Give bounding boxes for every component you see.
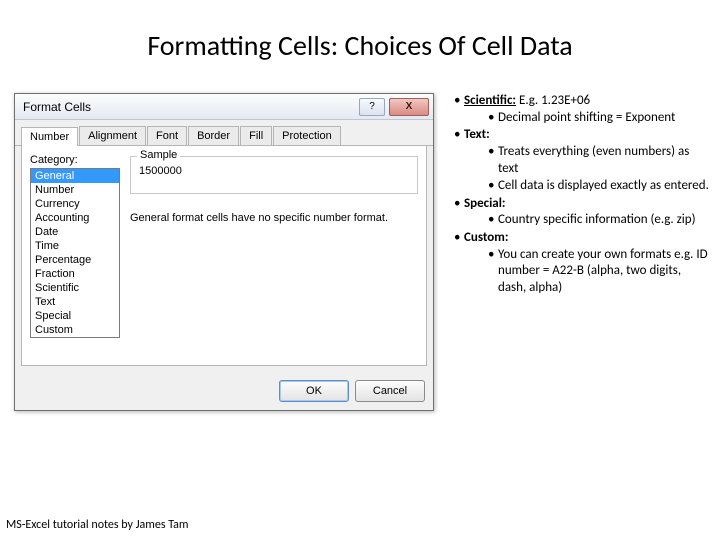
tab-alignment[interactable]: Alignment bbox=[79, 126, 146, 145]
tab-font[interactable]: Font bbox=[147, 126, 187, 145]
list-item[interactable]: Fraction bbox=[31, 267, 119, 281]
content-row: Format Cells ? X Number Alignment Font B… bbox=[0, 93, 720, 411]
format-description: General format cells have no specific nu… bbox=[130, 212, 418, 224]
format-cells-dialog: Format Cells ? X Number Alignment Font B… bbox=[14, 93, 434, 411]
dialog-column: Format Cells ? X Number Alignment Font B… bbox=[14, 93, 444, 411]
list-item[interactable]: Text bbox=[31, 295, 119, 309]
category-label: Category: bbox=[30, 154, 120, 166]
note-custom-sub: You can create your own formats e.g. ID … bbox=[488, 247, 712, 297]
sample-column: Sample 1500000 General format cells have… bbox=[130, 154, 418, 357]
category-listbox[interactable]: General Number Currency Accounting Date … bbox=[30, 168, 120, 338]
sample-value: 1500000 bbox=[139, 163, 409, 177]
tab-fill[interactable]: Fill bbox=[240, 126, 272, 145]
dialog-titlebar: Format Cells ? X bbox=[15, 94, 433, 120]
list-item[interactable]: Percentage bbox=[31, 253, 119, 267]
slide-title: Formatting Cells: Choices Of Cell Data bbox=[0, 0, 720, 63]
list-item[interactable]: Accounting bbox=[31, 211, 119, 225]
footnote: MS-Excel tutorial notes by James Tam bbox=[6, 518, 188, 532]
note-scientific-sub: Decimal point shifting = Exponent bbox=[488, 110, 712, 127]
note-special: Special: Country specific information (e… bbox=[454, 196, 712, 229]
note-custom: Custom: You can create your own formats … bbox=[454, 230, 712, 297]
dialog-body: Category: General Number Currency Accoun… bbox=[21, 146, 427, 366]
tab-border[interactable]: Border bbox=[188, 126, 239, 145]
dialog-title: Format Cells bbox=[23, 100, 355, 114]
list-item[interactable]: Currency bbox=[31, 197, 119, 211]
note-special-sub: Country specific information (e.g. zip) bbox=[488, 212, 712, 229]
notes-list: Scientific: E.g. 1.23E+06 Decimal point … bbox=[454, 93, 712, 297]
list-item[interactable]: Date bbox=[31, 225, 119, 239]
sample-legend: Sample bbox=[137, 149, 180, 161]
close-button[interactable]: X bbox=[389, 98, 429, 116]
dialog-tabs: Number Alignment Font Border Fill Protec… bbox=[15, 120, 433, 146]
list-item[interactable]: Custom bbox=[31, 323, 119, 337]
ok-button[interactable]: OK bbox=[279, 380, 349, 402]
list-item[interactable]: Special bbox=[31, 309, 119, 323]
dialog-footer: OK Cancel bbox=[15, 372, 433, 410]
tab-number[interactable]: Number bbox=[21, 127, 78, 146]
category-column: Category: General Number Currency Accoun… bbox=[30, 154, 120, 357]
note-scientific: Scientific: E.g. 1.23E+06 Decimal point … bbox=[454, 93, 712, 126]
list-item[interactable]: Number bbox=[31, 183, 119, 197]
notes-column: Scientific: E.g. 1.23E+06 Decimal point … bbox=[454, 93, 712, 411]
tab-protection[interactable]: Protection bbox=[273, 126, 341, 145]
list-item[interactable]: General bbox=[31, 169, 119, 183]
sample-box: Sample 1500000 bbox=[130, 156, 418, 194]
cancel-button[interactable]: Cancel bbox=[355, 380, 425, 402]
list-item[interactable]: Time bbox=[31, 239, 119, 253]
help-button[interactable]: ? bbox=[359, 98, 385, 116]
note-text: Text: Treats everything (even numbers) a… bbox=[454, 127, 712, 195]
list-item[interactable]: Scientific bbox=[31, 281, 119, 295]
note-text-sub1: Treats everything (even numbers) as text bbox=[488, 144, 712, 177]
note-text-sub2: Cell data is displayed exactly as entere… bbox=[488, 178, 712, 195]
